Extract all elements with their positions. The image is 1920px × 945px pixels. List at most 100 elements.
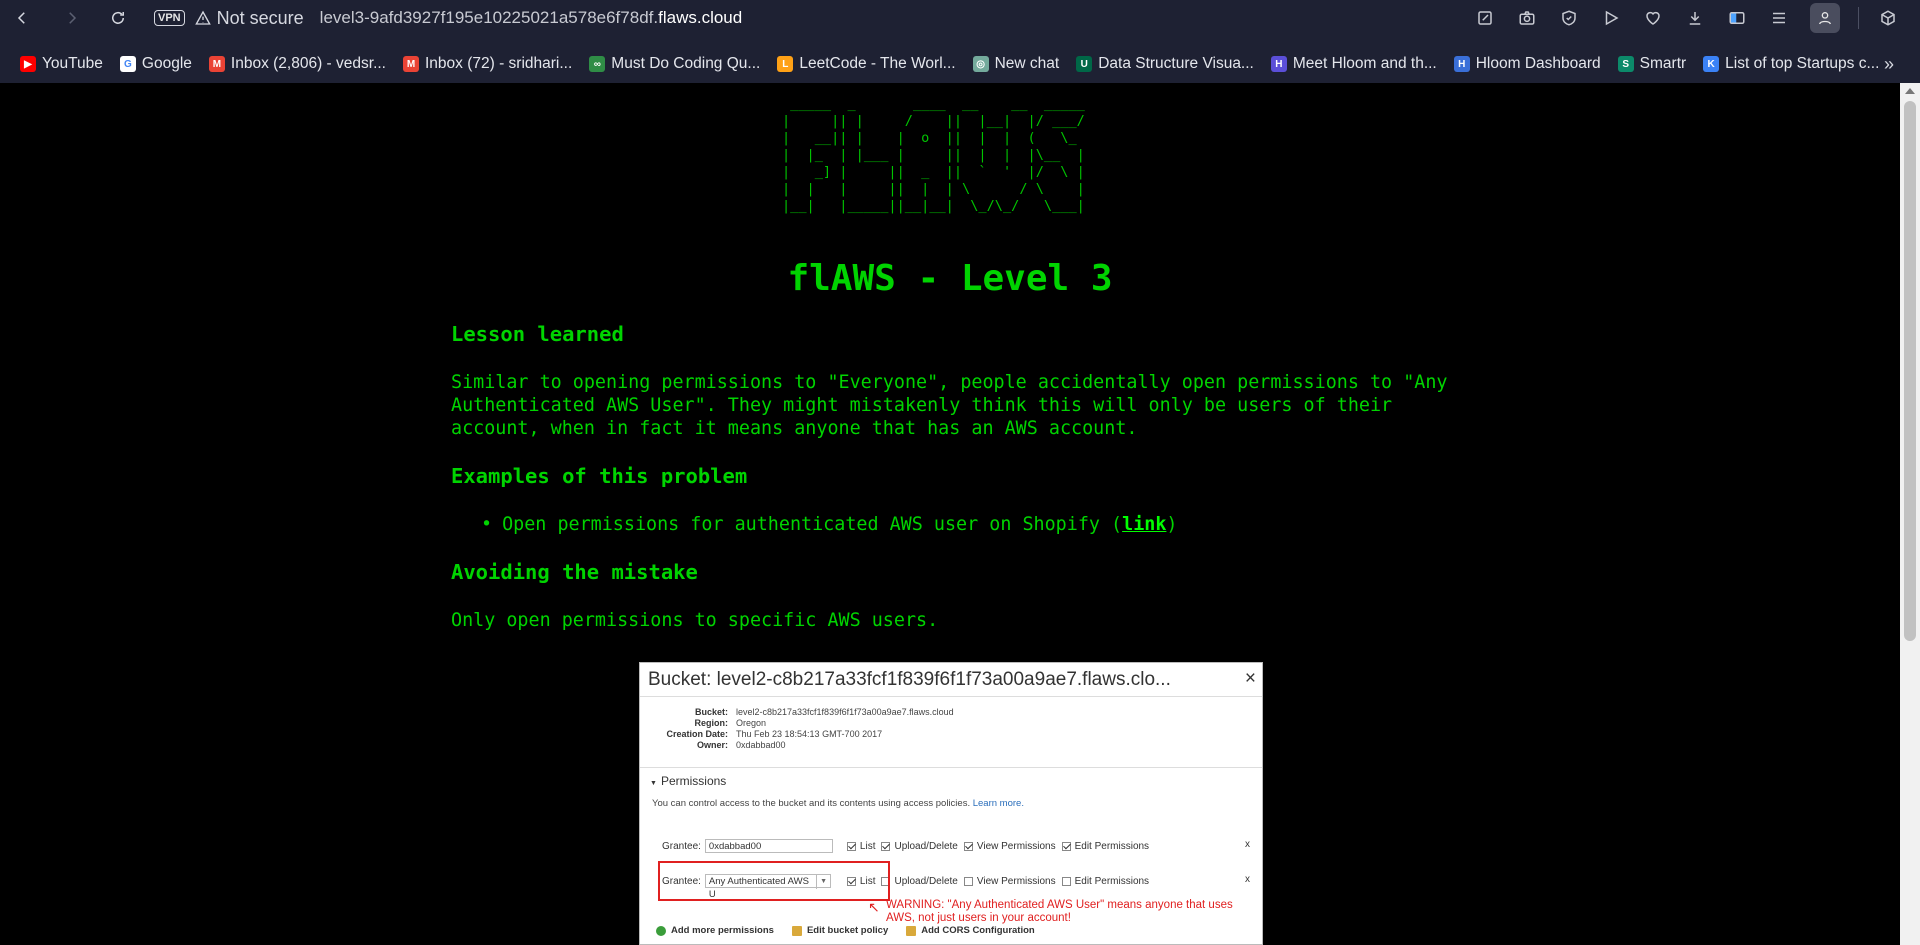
permissions-heading: ▼ Permissions [640,767,1262,788]
bucket-title: Bucket: level2-c8b217a33fcf1f839f6f1f73a… [648,668,1171,690]
property-value: 0xdabbad00 [736,740,786,750]
property-key: Owner: [696,740,728,750]
profile-button[interactable] [1810,3,1840,33]
screenshot-header: Bucket: level2-c8b217a33fcf1f839f6f1f73a… [640,663,1262,697]
download-icon[interactable] [1685,8,1705,28]
example-text: Open permissions for authenticated AWS u… [502,514,1123,535]
back-button[interactable] [8,4,36,32]
bookmark-label: Meet Hloom and th... [1292,55,1437,72]
remove-row-icon: x [1245,874,1250,885]
user-icon [1819,12,1831,25]
scrollbar-thumb[interactable] [1904,101,1916,641]
bookmark-item[interactable]: L LeetCode - The Worl... [777,55,956,73]
bookmark-item[interactable]: S Smartr [1617,55,1687,73]
edit-icon[interactable] [1475,8,1495,28]
bookmark-item[interactable]: M Inbox (2,806) - vedsr... [208,55,386,73]
property-row: Bucket: level2-c8b217a33fcf1f839f6f1f73a0… [648,707,1262,718]
example-close: ) [1166,514,1178,535]
bookmark-item[interactable]: U Data Structure Visua... [1076,55,1254,73]
forward-arrow-icon [69,12,77,24]
bookmark-label: List of top Startups c... [1725,55,1880,72]
bookmark-item[interactable]: ◎ New chat [972,55,1060,73]
cube-icon[interactable] [1878,8,1898,28]
examples-list: Open permissions for authenticated AWS u… [481,513,1451,536]
screenshot-footer: Add more permissions Edit bucket policy … [656,925,1053,936]
hloom-icon: H [1270,56,1287,72]
startups-icon: K [1703,56,1720,72]
bookmark-item[interactable]: G Google [119,55,192,73]
usf-icon: U [1076,56,1093,72]
document-icon [791,925,802,936]
bookmark-item[interactable]: ▶ YouTube [20,55,103,73]
bookmark-item[interactable]: M Inbox (72) - sridhari... [402,55,572,73]
learn-more-link: Learn more. [972,798,1024,809]
property-value: Thu Feb 23 18:54:13 GMT-700 2017 [736,729,883,739]
warning-icon[interactable] [194,10,211,26]
permissions-description: You can control access to the bucket and… [652,798,1024,809]
address-bar[interactable]: level3-9afd3927f195e10225021a578e6f78df.… [320,8,743,28]
flaws-ascii-logo: _____ _ ____ __ __ _____ | || | / || |__… [782,96,1085,214]
bookmark-item[interactable]: H Hloom Dashboard [1453,55,1601,73]
bookmark-item[interactable]: K List of top Startups c... [1703,55,1879,73]
google-icon: G [119,56,136,72]
checkbox [1061,876,1071,886]
bookmark-item[interactable]: ∞ Must Do Coding Qu... [589,55,760,73]
bookmark-label: Data Structure Visua... [1098,55,1254,72]
bookmark-label: LeetCode - The Worl... [799,55,956,72]
reload-button[interactable] [104,4,132,32]
close-icon: × [1244,668,1256,689]
bookmark-item[interactable]: H Meet Hloom and th... [1270,55,1437,73]
menu-icon[interactable] [1769,8,1789,28]
shopify-link[interactable]: link [1122,514,1166,535]
vertical-scrollbar[interactable] [1900,83,1920,945]
more-bookmarks-icon[interactable]: » [1884,54,1894,75]
warning-text: WARNING: "Any Authenticated AWS User" me… [886,899,1233,924]
gmail-icon: M [402,56,419,72]
sidebar-toggle-icon[interactable] [1727,8,1747,28]
scroll-up-icon[interactable] [1905,88,1915,94]
back-arrow-icon [17,12,25,24]
highlight-box [658,861,890,901]
property-key: Region: [694,718,729,728]
avoid-heading: Avoiding the mistake [451,560,698,584]
not-secure-label[interactable]: Not secure [217,8,304,29]
add-permissions-action: Add more permissions [656,925,774,936]
lesson-content: Lesson learned Similar to opening permis… [451,323,1451,657]
bookmark-label: Hloom Dashboard [1475,55,1601,72]
leetcode-icon: L [777,56,794,72]
bookmark-label: New chat [994,55,1060,72]
heart-icon[interactable] [1643,8,1663,28]
bucket-properties: Bucket: level2-c8b217a33fcf1f839f6f1f73a0… [648,707,1262,751]
bookmark-label: Smartr [1639,55,1687,72]
property-key: Bucket: [694,707,728,717]
avoid-text: Only open permissions to specific AWS us… [451,610,939,631]
gmail-icon: M [208,56,225,72]
camera-icon[interactable] [1517,8,1537,28]
page-title: flAWS - Level 3 [787,258,1113,299]
lesson-heading: Lesson learned [451,322,624,346]
checkbox [846,841,856,851]
hloom-dashboard-icon: H [1453,56,1470,72]
bookmark-label: Google [141,55,192,72]
red-arrow-icon: ↖ [868,899,880,915]
chatgpt-icon: ◎ [972,56,989,72]
gfg-icon: ∞ [589,56,606,72]
bookmark-label: YouTube [42,55,103,72]
play-icon[interactable] [1601,8,1621,28]
edit-policy-action: Edit bucket policy [791,925,888,936]
plus-icon [656,925,666,936]
smartr-icon: S [1617,56,1634,72]
grantee-owner-field: 0xdabbad00 [704,839,833,853]
forward-button[interactable] [58,4,86,32]
checkbox [963,841,973,851]
page-content: _____ _ ____ __ __ _____ | || | / || |__… [0,83,1900,945]
checkbox [881,841,891,851]
document-icon [906,925,917,936]
bookmarks-bar: ▶ YouTube G Google M Inbox (2,806) - vedsr...… [0,45,1920,83]
list-item: Open permissions for authenticated AWS u… [481,513,1451,536]
shield-icon[interactable] [1559,8,1579,28]
url-domain: flaws.cloud [658,8,743,27]
lesson-text: Similar to opening permissions to "Every… [451,372,1448,439]
vpn-badge[interactable]: VPN [154,10,185,26]
property-value: level2-c8b217a33fcf1f839f6f1f73a00a9ae7.… [736,707,954,717]
